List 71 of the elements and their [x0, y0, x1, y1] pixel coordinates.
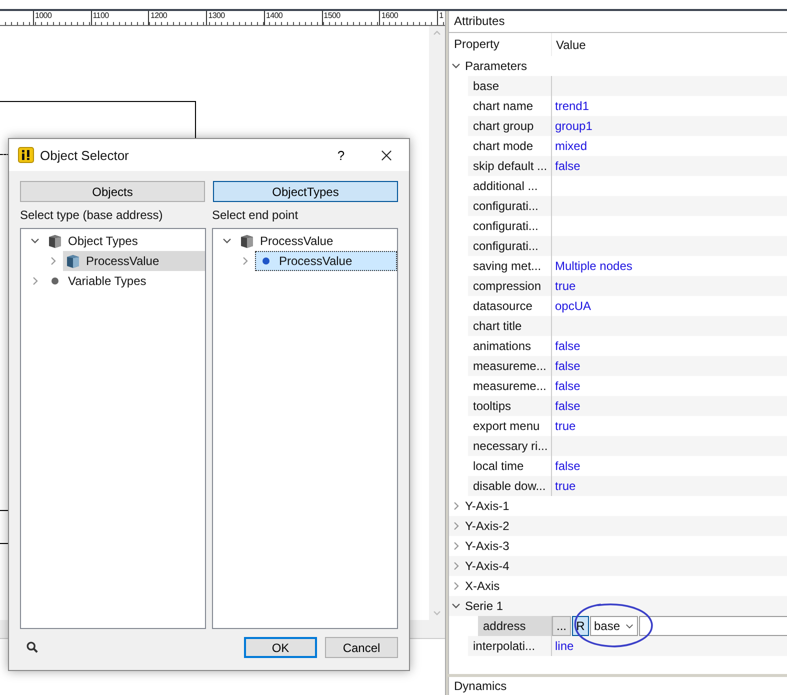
property-name: configurati... [468, 196, 552, 216]
property-value: mixed [554, 139, 588, 153]
property-name: tooltips [468, 396, 552, 416]
tab[interactable]: Objects [20, 181, 205, 202]
property-name: skip default ... [468, 156, 552, 176]
group-header[interactable]: Y-Axis-2 [465, 519, 510, 533]
tree-item[interactable]: ProcessValue [63, 251, 205, 271]
ruler-label: 1300 [206, 11, 264, 25]
cube-icon [65, 253, 81, 269]
help-button[interactable]: ? [321, 148, 361, 162]
property-value: false [554, 159, 580, 173]
property-name: chart title [468, 316, 552, 336]
property-name: configurati... [468, 236, 552, 256]
cube-icon [47, 233, 63, 249]
ruler-label: 1 [437, 11, 445, 25]
search-icon[interactable] [26, 641, 39, 654]
tree-item[interactable]: ProcessValue [237, 231, 397, 251]
close-icon[interactable] [381, 150, 392, 160]
dialog-button[interactable]: Cancel [325, 637, 398, 658]
property-name: address [478, 616, 552, 636]
property-name: disable dow... [468, 476, 552, 496]
panel-title: Attributes [449, 11, 787, 33]
address-field[interactable] [639, 616, 787, 636]
group-header[interactable]: Parameters [465, 59, 528, 73]
property-value: line [554, 639, 574, 653]
property-value: false [554, 379, 580, 393]
property-value: true [554, 279, 576, 293]
pane-label: Select type (base address) [20, 208, 164, 224]
dialog-title: Object Selector [40, 148, 130, 162]
column-header: Property [449, 33, 552, 56]
group-header[interactable]: Serie 1 [465, 599, 504, 613]
property-name: necessary ri... [468, 436, 552, 456]
property-value: true [554, 419, 576, 433]
scroll-down-icon[interactable] [432, 608, 442, 618]
ruler-label: 1400 [264, 11, 322, 25]
property-value: group1 [554, 119, 592, 133]
property-name: interpolati... [468, 636, 552, 656]
property-value: false [554, 339, 580, 353]
property-value: opcUA [554, 299, 592, 313]
ruler-label: 1500 [322, 11, 380, 25]
group-header[interactable]: Y-Axis-3 [465, 539, 510, 553]
property-value: false [554, 399, 580, 413]
property-name: measureme... [468, 356, 552, 376]
group-header[interactable]: X-Axis [465, 579, 500, 593]
source-dropdown[interactable]: base [590, 616, 638, 636]
column-header: Value [555, 38, 586, 52]
group-header[interactable]: Y-Axis-1 [465, 499, 510, 513]
pane-label: Select end point [212, 208, 300, 224]
cube-icon [239, 233, 255, 249]
group-header[interactable]: Y-Axis-4 [465, 559, 510, 573]
property-name: chart group [468, 116, 552, 136]
dialog-button[interactable]: OK [244, 637, 317, 658]
app-logo-icon [18, 147, 34, 163]
tree-item[interactable]: ProcessValue [255, 251, 397, 271]
panel-title: Dynamics [448, 677, 787, 695]
tab[interactable]: ObjectTypes [213, 181, 398, 202]
ruler-label: 1600 [379, 11, 438, 25]
browse-button[interactable]: ... [552, 616, 571, 636]
tree-item[interactable]: Object Types [45, 231, 205, 251]
ruler-label: 1200 [148, 11, 206, 25]
property-value: trend1 [554, 99, 590, 113]
property-name: compression [468, 276, 552, 296]
tree-item[interactable]: Variable Types [45, 271, 205, 291]
ruler-label: 1100 [90, 11, 148, 25]
ruler-label: 1000 [33, 11, 91, 25]
property-value: false [554, 359, 580, 373]
property-value: Multiple nodes [554, 259, 632, 273]
vertical-scrollbar[interactable] [429, 26, 445, 620]
property-value: true [554, 479, 576, 493]
property-value: false [554, 459, 580, 473]
property-name: base [468, 76, 552, 96]
